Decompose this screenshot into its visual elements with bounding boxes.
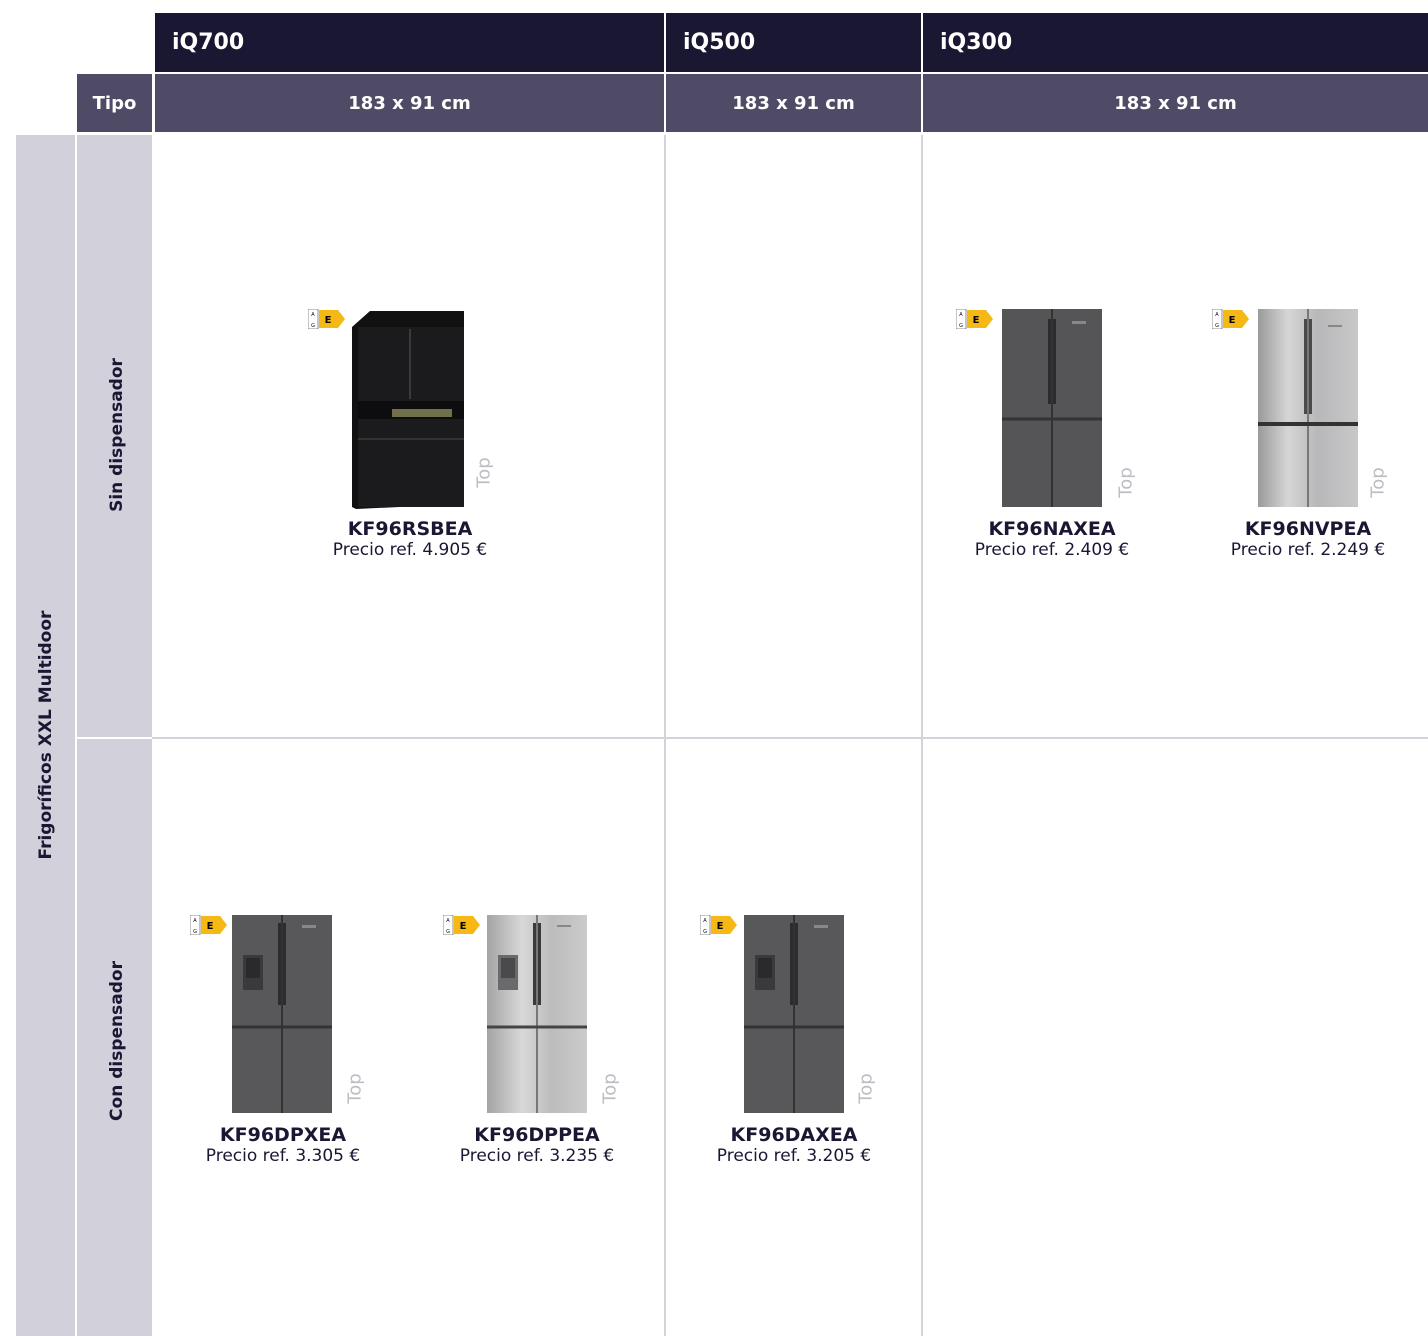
- svg-text:A: A: [959, 312, 963, 318]
- svg-text:A: A: [1215, 312, 1219, 318]
- series-header-iq500: iQ500: [666, 13, 921, 72]
- energy-label-icon: A G E: [1212, 309, 1249, 329]
- product-price: Precio ref. 3.205 €: [716, 1146, 872, 1166]
- product-price: Precio ref. 3.235 €: [459, 1146, 615, 1166]
- fridge-image: [1258, 309, 1358, 507]
- category-label: Frigoríficos XXL Multidoor: [36, 610, 56, 860]
- top-badge: Top: [1115, 467, 1137, 498]
- grid-divider: [664, 135, 666, 1336]
- svg-text:E: E: [1229, 315, 1236, 326]
- fridge-image: [1002, 309, 1102, 507]
- svg-text:G: G: [703, 929, 707, 935]
- size-cell-iq300: 183 x 91 cm: [923, 74, 1428, 132]
- top-badge: Top: [344, 1073, 366, 1104]
- svg-text:E: E: [717, 921, 724, 932]
- fridge-image: [744, 915, 844, 1113]
- product-card[interactable]: A G E Top KF96RSBEA Precio ref. 4.905 €: [300, 307, 520, 560]
- series-header-iq700: iQ700: [155, 13, 664, 72]
- svg-text:E: E: [460, 921, 467, 932]
- svg-text:G: G: [959, 323, 963, 329]
- energy-label-icon: A G E: [443, 915, 480, 935]
- energy-label-icon: A G E: [308, 309, 345, 329]
- fridge-image: [232, 915, 332, 1113]
- tipo-header: Tipo: [77, 74, 152, 132]
- energy-label-icon: A G E: [190, 915, 227, 935]
- grid-divider: [152, 737, 1428, 739]
- product-price: Precio ref. 2.409 €: [974, 540, 1130, 560]
- category-column: Frigoríficos XXL Multidoor: [16, 135, 75, 1336]
- product-model: KF96NAXEA: [988, 518, 1116, 540]
- fridge-image: [352, 311, 464, 509]
- product-model: KF96DPPEA: [474, 1124, 600, 1146]
- row-header-sin: Sin dispensador: [77, 135, 152, 737]
- svg-text:G: G: [311, 323, 315, 329]
- top-badge: Top: [473, 457, 495, 488]
- row-label-con-dispensador: Con dispensador: [107, 961, 127, 1121]
- energy-label-icon: A G E: [956, 309, 993, 329]
- top-badge: Top: [855, 1073, 877, 1104]
- svg-text:E: E: [325, 315, 332, 326]
- product-card[interactable]: A G E Top KF96DPXEA Precio ref. 3.305 €: [173, 913, 393, 1166]
- product-model: KF96DPXEA: [219, 1124, 347, 1146]
- product-model: KF96RSBEA: [347, 518, 473, 540]
- row-label-sin-dispensador: Sin dispensador: [107, 358, 127, 512]
- svg-text:A: A: [311, 312, 315, 318]
- series-header-iq300: iQ300: [923, 13, 1428, 72]
- row-header-con: Con dispensador: [77, 739, 152, 1336]
- product-card[interactable]: A G E Top KF96NVPEA Precio ref. 2.249 €: [1198, 307, 1418, 560]
- product-price: Precio ref. 3.305 €: [205, 1146, 361, 1166]
- product-card[interactable]: A G E Top KF96NAXEA Precio ref. 2.409 €: [942, 307, 1162, 560]
- svg-text:E: E: [207, 921, 214, 932]
- svg-text:G: G: [193, 929, 197, 935]
- size-cell-iq500: 183 x 91 cm: [666, 74, 921, 132]
- grid-divider: [921, 135, 923, 1336]
- top-badge: Top: [1367, 467, 1389, 498]
- fridge-image: [487, 915, 587, 1113]
- svg-text:A: A: [193, 918, 197, 924]
- product-card[interactable]: A G E Top KF96DAXEA Precio ref. 3.205 €: [684, 913, 904, 1166]
- svg-text:G: G: [1215, 323, 1219, 329]
- size-cell-iq700: 183 x 91 cm: [155, 74, 664, 132]
- top-badge: Top: [599, 1073, 621, 1104]
- energy-label-icon: A G E: [700, 915, 737, 935]
- svg-text:E: E: [973, 315, 980, 326]
- product-card[interactable]: A G E Top KF96DPPEA Precio ref. 3.235 €: [427, 913, 647, 1166]
- svg-text:A: A: [446, 918, 450, 924]
- product-model: KF96DAXEA: [730, 1124, 858, 1146]
- product-model: KF96NVPEA: [1244, 518, 1372, 540]
- product-price: Precio ref. 4.905 €: [332, 540, 488, 560]
- svg-text:G: G: [446, 929, 450, 935]
- svg-text:A: A: [703, 918, 707, 924]
- product-price: Precio ref. 2.249 €: [1230, 540, 1386, 560]
